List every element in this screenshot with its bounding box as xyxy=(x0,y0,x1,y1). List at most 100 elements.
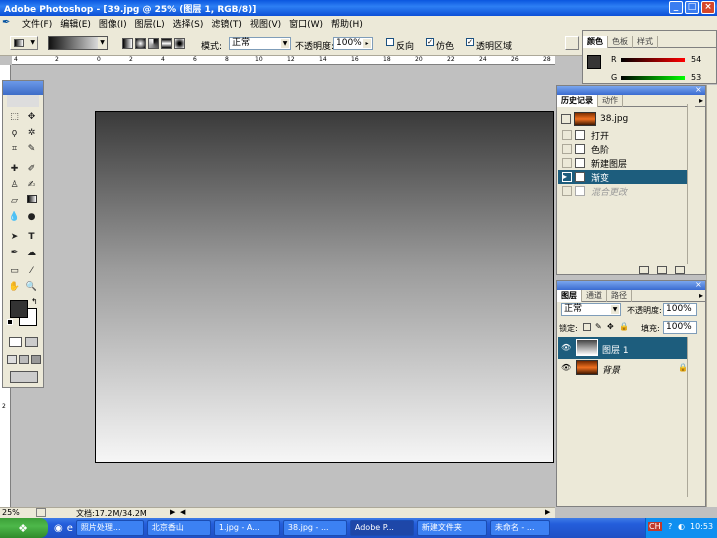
zoom-tool-icon[interactable]: 🔍 xyxy=(24,281,39,294)
brush-tool-icon[interactable]: ✐ xyxy=(24,163,39,176)
scroll-left-icon[interactable]: ◀ xyxy=(180,508,185,516)
eye-icon[interactable]: 👁 xyxy=(561,363,571,372)
move-tool-icon[interactable]: ✥ xyxy=(24,111,39,124)
minimize-button[interactable]: _ xyxy=(669,1,683,14)
tab-history[interactable]: 历史记录 xyxy=(557,95,598,107)
dither-checkbox[interactable]: ✓ xyxy=(426,38,434,46)
type-tool-icon[interactable]: T xyxy=(24,231,39,244)
layers-scrollbar[interactable] xyxy=(687,337,695,497)
maximize-button[interactable]: □ xyxy=(685,1,699,14)
screen-mode-full-icon[interactable] xyxy=(31,355,41,364)
g-slider[interactable] xyxy=(621,76,685,80)
lock-position-icon[interactable]: ✥ xyxy=(607,322,614,331)
tab-layers[interactable]: 图层 xyxy=(557,290,582,302)
task-button[interactable]: 新建文件夹 xyxy=(416,520,487,536)
new-snapshot-icon[interactable] xyxy=(657,266,667,274)
task-button[interactable]: 照片处理... xyxy=(75,520,144,536)
history-panel-header[interactable]: × xyxy=(557,86,705,95)
diamond-gradient-icon[interactable] xyxy=(174,38,185,49)
default-colors-icon[interactable] xyxy=(7,319,13,325)
mode-select[interactable]: 正常 ▼ xyxy=(229,37,291,50)
palette-well-button[interactable] xyxy=(565,36,579,50)
menu-edit[interactable]: 编辑(E) xyxy=(56,17,95,30)
layer-row-selected[interactable]: 👁 图层 1 xyxy=(558,337,694,359)
swap-colors-icon[interactable]: ↰ xyxy=(31,297,38,306)
shape-tool-icon[interactable]: ☁ xyxy=(24,247,39,260)
toolbox-header[interactable] xyxy=(3,81,43,95)
feather-logo-icon[interactable] xyxy=(7,95,39,107)
task-button[interactable]: 北京香山 xyxy=(146,520,211,536)
quick-mask-icon[interactable] xyxy=(25,337,38,347)
panel-menu-icon[interactable]: ▸ xyxy=(699,96,703,105)
history-item[interactable]: 打开 xyxy=(558,128,694,142)
tab-channels[interactable]: 通道 xyxy=(582,290,607,302)
history-item-selected[interactable]: ▸ 渐变 xyxy=(558,170,694,184)
reverse-checkbox[interactable] xyxy=(386,38,394,46)
screen-mode-full-menu-icon[interactable] xyxy=(19,355,29,364)
task-button[interactable]: 38.jpg - ... xyxy=(282,520,347,536)
close-icon[interactable]: × xyxy=(695,281,703,289)
tray-network-icon[interactable]: ◐ xyxy=(678,522,685,531)
clone-stamp-tool-icon[interactable]: ♙ xyxy=(7,179,22,192)
history-item[interactable]: 新建图层 xyxy=(558,156,694,170)
lock-pixels-icon[interactable]: ✎ xyxy=(595,322,602,331)
magic-wand-tool-icon[interactable]: ✲ xyxy=(24,127,39,140)
lock-transparency-icon[interactable] xyxy=(583,323,591,331)
panel-dock-scrollbar[interactable] xyxy=(706,85,717,507)
transparency-checkbox[interactable]: ✓ xyxy=(466,38,474,46)
close-button[interactable]: × xyxy=(701,1,715,14)
tab-actions[interactable]: 动作 xyxy=(598,95,623,107)
gradient-picker[interactable]: ▼ xyxy=(48,36,108,50)
status-menu-icon[interactable] xyxy=(36,508,46,517)
jump-to-imageready-icon[interactable] xyxy=(10,371,38,383)
hand-tool-icon[interactable]: ✋ xyxy=(7,281,22,294)
task-button-active[interactable]: Adobe P... xyxy=(349,520,414,536)
layer-opacity-input[interactable]: 100% xyxy=(663,303,697,316)
lasso-tool-icon[interactable]: ϙ xyxy=(7,127,22,140)
blend-mode-select[interactable]: 正常 ▼ xyxy=(561,303,621,316)
history-snapshot[interactable]: 38.jpg xyxy=(559,110,695,128)
tool-preset-picker[interactable]: ▼ xyxy=(10,36,38,50)
menu-help[interactable]: 帮助(H) xyxy=(327,17,367,30)
history-brush-tool-icon[interactable]: ✍ xyxy=(24,179,39,192)
menu-view[interactable]: 视图(V) xyxy=(246,17,285,30)
reflected-gradient-icon[interactable] xyxy=(161,38,172,49)
close-icon[interactable]: × xyxy=(695,86,703,94)
slice-tool-icon[interactable]: ✎ xyxy=(24,143,39,156)
layers-panel-header[interactable]: × xyxy=(557,281,705,290)
color-foreground-swatch[interactable] xyxy=(587,55,601,69)
eraser-tool-icon[interactable]: ▱ xyxy=(7,195,22,208)
menu-file[interactable]: 文件(F) xyxy=(18,17,56,30)
opacity-input[interactable]: 100% ▸ xyxy=(333,37,373,50)
fill-input[interactable]: 100% xyxy=(663,321,697,334)
new-document-from-state-icon[interactable] xyxy=(639,266,649,274)
r-value[interactable]: 54 xyxy=(691,55,701,64)
blur-tool-icon[interactable]: 💧 xyxy=(7,211,22,224)
ie-icon[interactable]: e xyxy=(67,523,73,534)
dodge-tool-icon[interactable]: ● xyxy=(24,211,39,224)
radial-gradient-icon[interactable] xyxy=(135,38,146,49)
gradient-tool-icon[interactable] xyxy=(24,195,39,208)
angle-gradient-icon[interactable] xyxy=(148,38,159,49)
tab-styles[interactable]: 样式 xyxy=(633,36,658,48)
tab-color[interactable]: 颜色 xyxy=(583,36,608,48)
panel-menu-icon[interactable]: ▸ xyxy=(699,291,703,300)
screen-mode-standard-icon[interactable] xyxy=(7,355,17,364)
history-item-dimmed[interactable]: 混合更改 xyxy=(558,184,694,198)
status-arrow-icon[interactable]: ▶ xyxy=(170,508,175,516)
standard-mode-icon[interactable] xyxy=(9,337,22,347)
path-selection-tool-icon[interactable]: ➤ xyxy=(7,231,22,244)
menu-filter[interactable]: 滤镜(T) xyxy=(207,17,246,30)
lock-all-icon[interactable]: 🔒 xyxy=(619,322,629,331)
document-canvas[interactable] xyxy=(95,111,554,463)
menu-image[interactable]: 图像(I) xyxy=(95,17,131,30)
menu-select[interactable]: 选择(S) xyxy=(169,17,208,30)
menu-layer[interactable]: 图层(L) xyxy=(131,17,169,30)
layer-row[interactable]: 👁 背景 🔒 xyxy=(558,359,694,377)
healing-brush-tool-icon[interactable]: ✚ xyxy=(7,163,22,176)
app-feather-icon[interactable]: ✒ xyxy=(2,17,16,29)
eye-icon[interactable]: 👁 xyxy=(561,343,571,352)
firefox-icon[interactable]: ◉ xyxy=(54,523,63,534)
r-slider[interactable] xyxy=(621,58,685,62)
foreground-color-swatch[interactable] xyxy=(10,300,28,318)
